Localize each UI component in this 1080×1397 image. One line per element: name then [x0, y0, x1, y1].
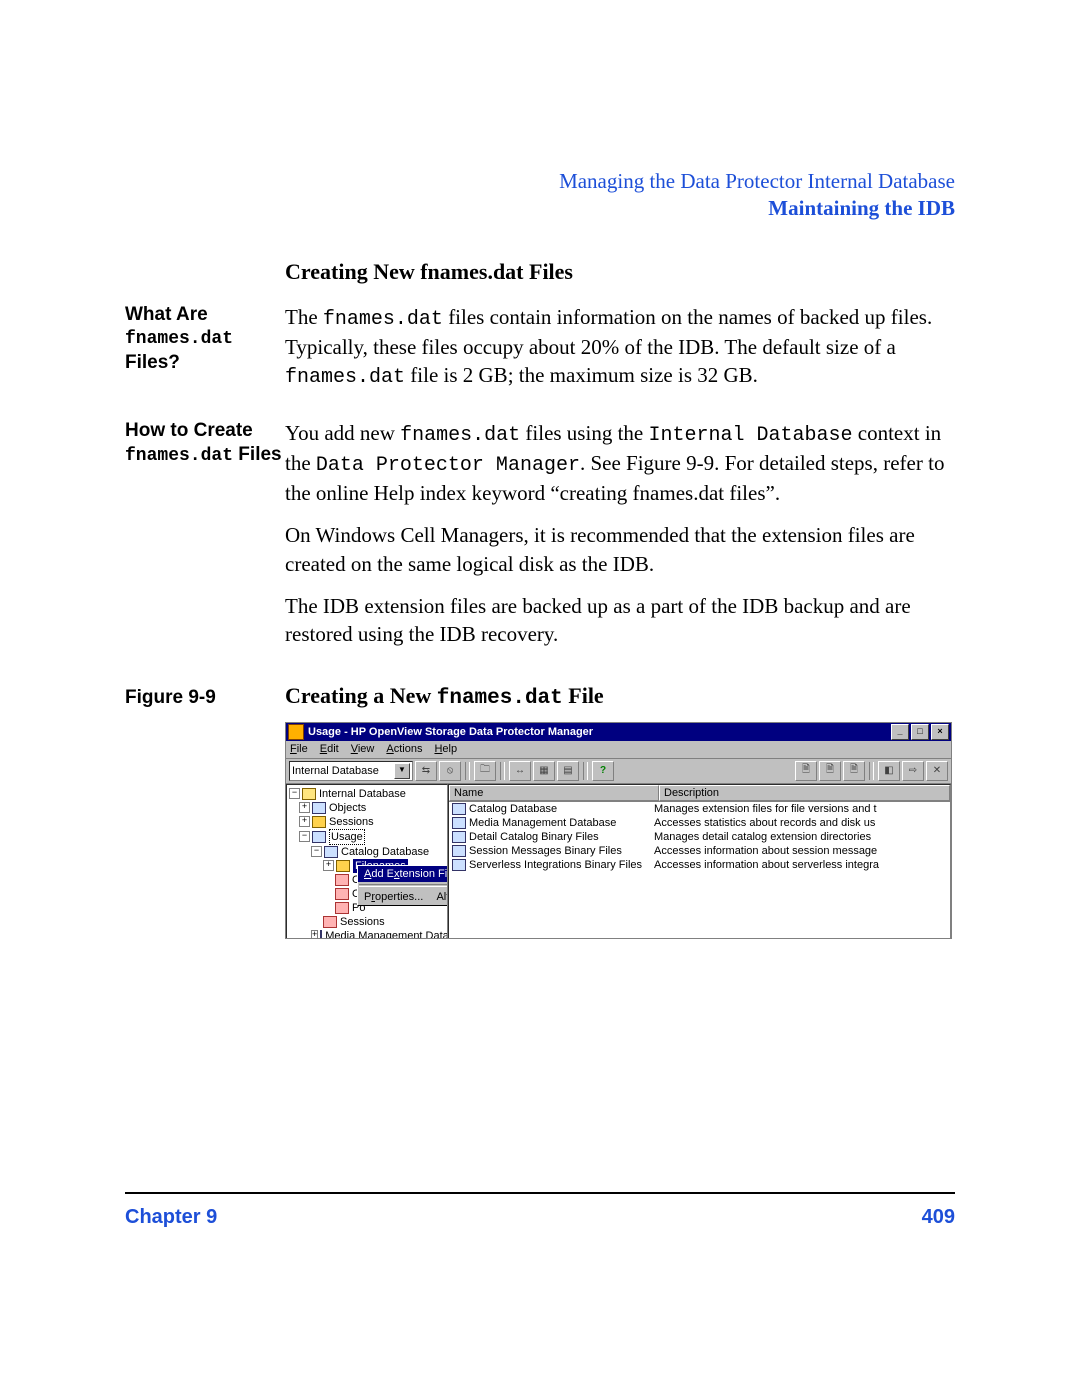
- list-pane[interactable]: Name Description Catalog DatabaseManages…: [448, 784, 951, 939]
- tree-pane[interactable]: −Internal Database +Objects +Sessions −U…: [286, 784, 448, 939]
- menu-help[interactable]: Help: [434, 743, 457, 755]
- tree-node[interactable]: Internal Database: [319, 787, 406, 801]
- section-heading: Creating New fnames.dat Files: [125, 259, 955, 285]
- folder-icon: [336, 860, 350, 872]
- toolbar-button[interactable]: 🗀: [474, 761, 496, 781]
- lock-icon: [335, 888, 349, 900]
- toolbar-separator: [583, 762, 588, 780]
- screenshot-window: Usage - HP OpenView Storage Data Protect…: [285, 722, 952, 939]
- menu-actions[interactable]: Actions: [386, 743, 422, 755]
- toolbar-button[interactable]: 🗎: [795, 761, 817, 781]
- column-header-name[interactable]: Name: [449, 785, 659, 801]
- database-icon: [320, 930, 322, 939]
- help-icon[interactable]: ?: [592, 761, 614, 781]
- context-dropdown-value: Internal Database: [292, 765, 379, 777]
- expand-icon[interactable]: +: [323, 860, 334, 871]
- margin-label-whatare: What Are fnames.dat Files?: [125, 303, 285, 375]
- lock-icon: [335, 874, 349, 886]
- menu-separator: [359, 884, 448, 887]
- page-number: 409: [922, 1206, 955, 1229]
- database-icon: [452, 831, 466, 843]
- toolbar-separator: [465, 762, 470, 780]
- toolbar-button[interactable]: ▤: [557, 761, 579, 781]
- paragraph: The IDB extension files are backed up as…: [285, 592, 955, 649]
- database-icon: [452, 803, 466, 815]
- database-icon: [324, 846, 338, 858]
- figure-caption: Creating a New fnames.dat File: [285, 683, 604, 710]
- window-title: Usage - HP OpenView Storage Data Protect…: [308, 726, 889, 738]
- chevron-down-icon[interactable]: ▼: [394, 763, 410, 779]
- toolbar-button[interactable]: ⦸: [439, 761, 461, 781]
- tree-node[interactable]: Objects: [329, 801, 366, 815]
- running-header-line1: Managing the Data Protector Internal Dat…: [125, 168, 955, 195]
- list-item[interactable]: Serverless Integrations Binary FilesAcce…: [449, 858, 950, 872]
- menu-shortcut: Alt+Enter: [436, 891, 448, 903]
- menu-file[interactable]: File: [290, 743, 308, 755]
- expand-icon[interactable]: +: [311, 930, 318, 939]
- margin-label-howto: How to Create fnames.dat Files: [125, 419, 285, 467]
- tree-node[interactable]: Catalog Database: [341, 845, 429, 859]
- toolbar-separator: [500, 762, 505, 780]
- toolbar-button[interactable]: 🗎: [819, 761, 841, 781]
- toolbar-button[interactable]: ↔: [509, 761, 531, 781]
- menu-item-add-extension[interactable]: Add Extension File...: [358, 866, 448, 882]
- running-header-line2: Maintaining the IDB: [125, 195, 955, 222]
- tree-node[interactable]: Sessions: [340, 915, 385, 929]
- menu-bar: File Edit View Actions Help: [286, 741, 951, 759]
- database-icon: [312, 802, 326, 814]
- chapter-label: Chapter 9: [125, 1206, 217, 1229]
- tree-node[interactable]: Sessions: [329, 815, 374, 829]
- maximize-button[interactable]: □: [911, 724, 929, 740]
- column-header-description[interactable]: Description: [659, 785, 950, 801]
- toolbar-button[interactable]: ⇆: [415, 761, 437, 781]
- expand-icon[interactable]: +: [299, 802, 310, 813]
- paragraph: You add new fnames.dat files using the I…: [285, 419, 955, 507]
- folder-icon: [302, 788, 316, 800]
- minimize-button[interactable]: _: [891, 724, 909, 740]
- menu-item-properties[interactable]: Properties...Alt+Enter: [358, 889, 448, 905]
- database-icon: [312, 831, 326, 843]
- tree-node[interactable]: Usage: [329, 829, 365, 845]
- footer-rule: [125, 1192, 955, 1194]
- page-footer: Chapter 9 409: [125, 1206, 955, 1229]
- app-icon: [288, 724, 304, 740]
- figure-number: Figure 9-9: [125, 687, 285, 709]
- paragraph: The fnames.dat files contain information…: [285, 303, 955, 391]
- collapse-icon[interactable]: −: [299, 831, 310, 842]
- toolbar-button[interactable]: ◧: [878, 761, 900, 781]
- toolbar-button[interactable]: ⇨: [902, 761, 924, 781]
- collapse-icon[interactable]: −: [289, 788, 300, 799]
- menu-edit[interactable]: Edit: [320, 743, 339, 755]
- list-item[interactable]: Session Messages Binary FilesAccesses in…: [449, 844, 950, 858]
- close-button[interactable]: ×: [931, 724, 949, 740]
- running-header: Managing the Data Protector Internal Dat…: [125, 168, 955, 223]
- window-titlebar[interactable]: Usage - HP OpenView Storage Data Protect…: [286, 723, 951, 741]
- tree-node[interactable]: Media Management Datal: [325, 929, 448, 939]
- list-header: Name Description: [449, 785, 950, 802]
- list-item[interactable]: Media Management DatabaseAccesses statis…: [449, 816, 950, 830]
- context-dropdown[interactable]: Internal Database ▼: [289, 761, 413, 781]
- toolbar: Internal Database ▼ ⇆ ⦸ 🗀 ↔ ▦ ▤ ? 🗎 🗎 🗎 …: [286, 759, 951, 784]
- context-menu: Add Extension File... Properties...Alt+E…: [357, 865, 448, 906]
- database-icon: [452, 845, 466, 857]
- folder-icon: [312, 816, 326, 828]
- list-item[interactable]: Catalog DatabaseManages extension files …: [449, 802, 950, 816]
- lock-icon: [323, 916, 337, 928]
- database-icon: [452, 859, 466, 871]
- paragraph: On Windows Cell Managers, it is recommen…: [285, 521, 955, 578]
- lock-icon: [335, 902, 349, 914]
- database-icon: [452, 817, 466, 829]
- toolbar-button[interactable]: ✕: [926, 761, 948, 781]
- menu-view[interactable]: View: [351, 743, 375, 755]
- expand-icon[interactable]: +: [299, 816, 310, 827]
- toolbar-button[interactable]: 🗎: [843, 761, 865, 781]
- toolbar-button[interactable]: ▦: [533, 761, 555, 781]
- collapse-icon[interactable]: −: [311, 846, 322, 857]
- toolbar-separator: [869, 762, 874, 780]
- list-item[interactable]: Detail Catalog Binary FilesManages detai…: [449, 830, 950, 844]
